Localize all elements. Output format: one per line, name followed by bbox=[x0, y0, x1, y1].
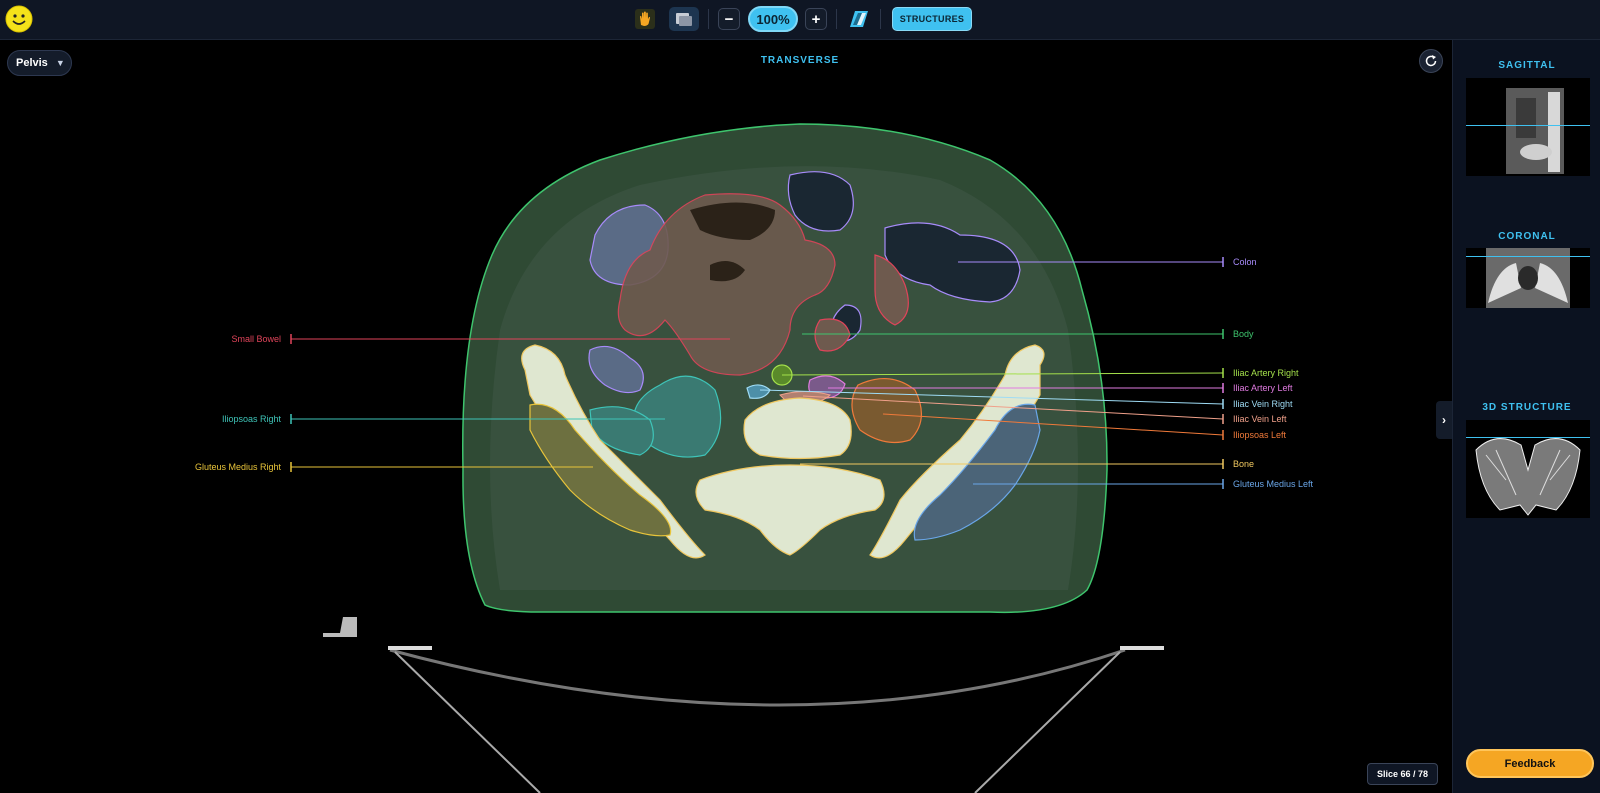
reset-view-button[interactable] bbox=[1419, 49, 1443, 73]
region-dropdown[interactable]: Pelvis ▼ bbox=[7, 50, 72, 76]
structures-button[interactable]: STRUCTURES bbox=[892, 7, 972, 31]
toolbar-divider bbox=[880, 9, 881, 29]
coronal-thumbnail[interactable] bbox=[1466, 248, 1590, 308]
transverse-viewport[interactable]: Colon Body Iliac Artery Right Iliac Arte… bbox=[0, 40, 1452, 793]
label-gluteus-medius-left[interactable]: Gluteus Medius Left bbox=[1233, 479, 1314, 489]
label-iliopsoas-left[interactable]: Iliopsoas Left bbox=[1233, 430, 1287, 440]
structure-3d-image bbox=[1475, 438, 1581, 516]
region-dropdown-label: Pelvis bbox=[16, 57, 48, 69]
label-iliac-artery-left[interactable]: Iliac Artery Left bbox=[1233, 383, 1293, 393]
label-iliac-artery-right[interactable]: Iliac Artery Right bbox=[1233, 368, 1299, 378]
refresh-icon bbox=[1425, 55, 1437, 67]
contour-tool-icon[interactable] bbox=[669, 7, 699, 31]
slice-position-line bbox=[1466, 256, 1590, 257]
right-panel: SAGITTAL CORONAL 3D STRUCTURE bbox=[1452, 40, 1600, 793]
label-iliac-vein-left[interactable]: Iliac Vein Left bbox=[1233, 414, 1287, 424]
coronal-image bbox=[1486, 248, 1570, 308]
slice-indicator: Slice 66 / 78 bbox=[1367, 763, 1438, 785]
feedback-button[interactable]: Feedback bbox=[1466, 749, 1594, 778]
panel-toggle-chevron-right-icon[interactable]: › bbox=[1436, 401, 1452, 439]
slice-position-line bbox=[1466, 125, 1590, 126]
view-title: TRANSVERSE bbox=[760, 55, 840, 66]
slice-position-line bbox=[1466, 437, 1590, 438]
chevron-down-icon: ▼ bbox=[55, 58, 65, 68]
label-iliopsoas-right[interactable]: Iliopsoas Right bbox=[222, 414, 282, 424]
sagittal-thumbnail[interactable] bbox=[1466, 78, 1590, 176]
pan-hand-icon[interactable] bbox=[633, 7, 657, 31]
coronal-title: CORONAL bbox=[1498, 231, 1556, 242]
sagittal-image bbox=[1506, 88, 1564, 174]
zoom-level[interactable]: 100% bbox=[748, 6, 798, 32]
label-colon[interactable]: Colon bbox=[1233, 257, 1257, 267]
zoom-in-button[interactable]: + bbox=[805, 8, 827, 30]
structure-labels: Colon Body Iliac Artery Right Iliac Arte… bbox=[195, 257, 1314, 489]
top-toolbar: − 100% + STRUCTURES bbox=[0, 0, 1600, 40]
label-small-bowel[interactable]: Small Bowel bbox=[231, 334, 281, 344]
sagittal-title: SAGITTAL bbox=[1498, 60, 1556, 71]
toolbar-divider bbox=[836, 9, 837, 29]
smiley-logo-icon bbox=[5, 5, 33, 33]
label-gluteus-medius-right[interactable]: Gluteus Medius Right bbox=[195, 462, 282, 472]
label-bone[interactable]: Bone bbox=[1233, 459, 1254, 469]
structure-3d-thumbnail[interactable] bbox=[1466, 420, 1590, 518]
toolbar-divider bbox=[708, 9, 709, 29]
window-level-icon[interactable] bbox=[847, 7, 871, 31]
label-iliac-vein-right[interactable]: Iliac Vein Right bbox=[1233, 399, 1293, 409]
structure-3d-title: 3D STRUCTURE bbox=[1482, 402, 1572, 413]
label-body[interactable]: Body bbox=[1233, 329, 1254, 339]
zoom-out-button[interactable]: − bbox=[718, 8, 740, 30]
